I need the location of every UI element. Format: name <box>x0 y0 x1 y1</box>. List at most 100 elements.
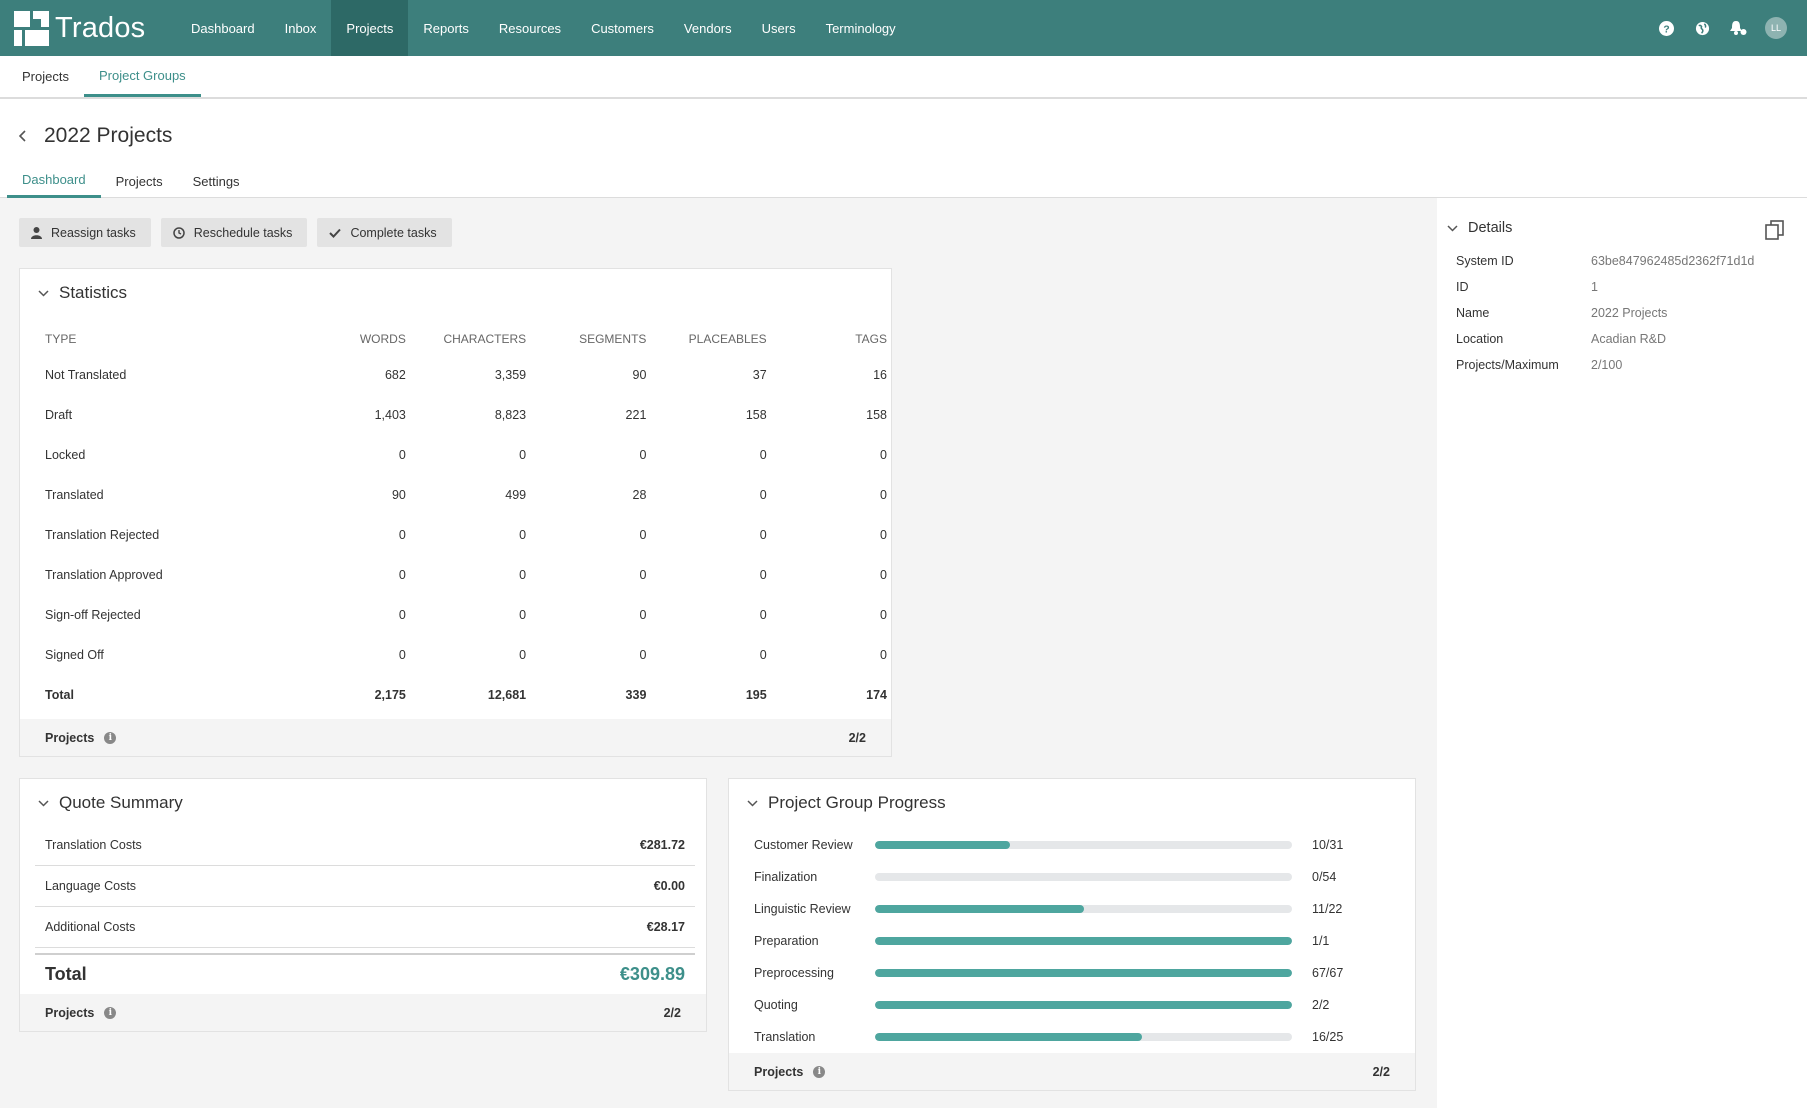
row-type: Translated <box>45 488 104 502</box>
cell-value: 0 <box>880 488 887 502</box>
progress-label: Preprocessing <box>754 966 834 980</box>
subnav-tab-project-groups[interactable]: Project Groups <box>83 56 201 97</box>
sub-nav: Projects Project Groups <box>0 56 1807 99</box>
quote-row-additional-costs: Additional Costs €28.17 <box>35 907 695 948</box>
total-label: Total <box>45 688 74 702</box>
quote-footer-label: Projects <box>45 1005 95 1020</box>
detail-row-projects-maximum: Projects/Maximum 2/100 <box>1456 358 1622 372</box>
detail-value: 2/100 <box>1591 358 1623 372</box>
row-type: Signed Off <box>45 648 104 662</box>
progress-label: Quoting <box>754 998 798 1012</box>
progress-row-finalization: Finalization 0/54 <box>754 868 1336 886</box>
cell-value: 0 <box>398 528 406 542</box>
quote-row-value: €281.72 <box>639 838 685 852</box>
progress-value: 11/22 <box>1312 902 1343 916</box>
cell-value: 221 <box>625 408 647 422</box>
progress-label: Linguistic Review <box>754 902 851 916</box>
statistics-title: Statistics <box>59 283 128 302</box>
row-type: Locked <box>45 448 86 462</box>
copy-icon[interactable] <box>1765 220 1785 243</box>
cell-value: 0 <box>519 448 527 462</box>
progress-bar-fill <box>875 937 1292 945</box>
progress-row-quoting: Quoting 2/2 <box>754 996 1329 1014</box>
cell-value: 0 <box>880 608 887 622</box>
notifications-icon[interactable] <box>1729 19 1747 37</box>
progress-bar <box>875 1033 1292 1041</box>
page-header <box>0 99 1807 198</box>
tab-settings[interactable]: Settings <box>178 164 255 198</box>
progress-bar <box>875 841 1292 849</box>
brand-name: Trados <box>55 11 146 44</box>
avatar[interactable]: LL <box>1765 17 1787 39</box>
statistics-header[interactable]: Statistics <box>38 283 127 303</box>
info-icon[interactable]: i <box>104 731 117 744</box>
detail-row-system-id: System ID 63be847962485d2362f71d1d <box>1456 254 1754 268</box>
detail-row-location: Location Acadian R&D <box>1456 332 1666 346</box>
nav-item-resources[interactable]: Resources <box>484 0 576 56</box>
logo[interactable]: Trados <box>0 0 176 56</box>
quote-summary-title: Quote Summary <box>59 793 183 812</box>
progress-value: 16/25 <box>1312 1030 1344 1044</box>
subnav-tab-projects[interactable]: Projects <box>7 56 84 97</box>
action-bar: Reassign tasks Reschedule tasks Complete… <box>19 218 452 247</box>
nav-item-terminology[interactable]: Terminology <box>811 0 911 56</box>
progress-label: Customer Review <box>754 838 853 852</box>
column-header-words: WORDS <box>359 332 406 346</box>
complete-tasks-button[interactable]: Complete tasks <box>317 218 452 247</box>
reschedule-tasks-button[interactable]: Reschedule tasks <box>160 218 308 247</box>
tab-dashboard[interactable]: Dashboard <box>7 164 101 198</box>
cell-value: 0 <box>519 528 527 542</box>
tab-projects[interactable]: Projects <box>101 164 178 198</box>
info-icon[interactable]: i <box>104 1006 117 1019</box>
reassign-tasks-button[interactable]: Reassign tasks <box>19 218 151 247</box>
quote-total-value: €309.89 <box>619 964 685 984</box>
info-icon[interactable]: i <box>813 1065 826 1078</box>
table-row: Translated 90 499 28 0 0 <box>45 475 887 515</box>
quote-row-translation-costs: Translation Costs €281.72 <box>35 825 695 866</box>
progress-value: 1/1 <box>1312 934 1330 948</box>
details-header[interactable]: Details <box>1447 220 1512 236</box>
statistics-footer: Projects i 2/2 <box>20 719 891 756</box>
clock-icon <box>173 226 185 239</box>
back-icon[interactable] <box>18 129 28 146</box>
cell-value: 0 <box>759 568 767 582</box>
progress-bar <box>875 1001 1292 1009</box>
detail-value: 2022 Projects <box>1591 306 1668 320</box>
column-header-type: TYPE <box>45 332 77 346</box>
detail-value: 63be847962485d2362f71d1d <box>1591 254 1755 268</box>
cell-value: 3,359 <box>494 368 527 382</box>
progress-header[interactable]: Project Group Progress <box>747 793 946 813</box>
nav-item-vendors[interactable]: Vendors <box>669 0 747 56</box>
nav-item-projects[interactable]: Projects <box>331 0 409 56</box>
progress-bar-fill <box>875 1033 1142 1041</box>
progress-row-customer-review: Customer Review 10/31 <box>754 836 1343 854</box>
quote-total-label: Total <box>45 964 87 984</box>
nav-item-inbox[interactable]: Inbox <box>270 0 332 56</box>
details-title: Details <box>1468 220 1513 236</box>
detail-key: System ID <box>1456 254 1514 268</box>
progress-label: Finalization <box>754 870 818 884</box>
detail-row-name: Name 2022 Projects <box>1456 306 1667 320</box>
total-value: 174 <box>866 688 887 702</box>
nav-item-customers[interactable]: Customers <box>576 0 669 56</box>
quote-summary-header[interactable]: Quote Summary <box>38 793 183 813</box>
progress-value: 0/54 <box>1312 870 1337 884</box>
column-header-segments: SEGMENTS <box>579 332 647 346</box>
chevron-down-icon <box>38 799 49 807</box>
column-header-placeables: PLACEABLES <box>688 332 767 346</box>
nav-item-users[interactable]: Users <box>747 0 811 56</box>
row-type: Sign-off Rejected <box>45 608 141 622</box>
progress-label: Preparation <box>754 934 819 948</box>
nav-item-reports[interactable]: Reports <box>408 0 484 56</box>
quote-row-label: Translation Costs <box>45 838 142 852</box>
help-icon[interactable]: ? <box>1657 19 1675 37</box>
chevron-down-icon <box>1447 224 1458 232</box>
globe-icon[interactable] <box>1693 19 1711 37</box>
nav-item-dashboard[interactable]: Dashboard <box>176 0 270 56</box>
cell-value: 0 <box>398 568 406 582</box>
cell-value: 0 <box>519 568 527 582</box>
table-row: Translation Rejected 0 0 0 0 0 <box>45 515 887 555</box>
detail-row-id: ID 1 <box>1456 280 1598 294</box>
cell-value: 37 <box>752 368 767 382</box>
chevron-down-icon <box>38 289 49 297</box>
